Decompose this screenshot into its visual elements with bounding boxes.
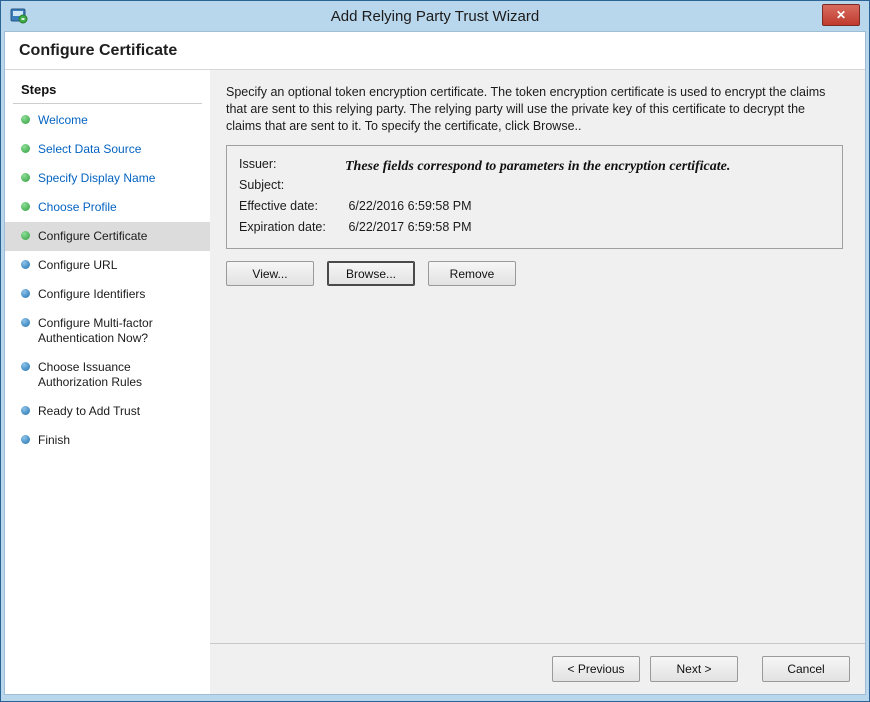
wizard-icon xyxy=(10,7,28,25)
step-label: Ready to Add Trust xyxy=(38,404,140,419)
sidebar-item-welcome[interactable]: Welcome xyxy=(5,106,210,135)
sidebar-item-configure-identifiers: Configure Identifiers xyxy=(5,280,210,309)
step-upcoming-icon xyxy=(21,318,30,327)
step-current-icon xyxy=(21,231,30,240)
step-completed-icon xyxy=(21,115,30,124)
sidebar-item-choose-issuance-rules: Choose Issuance Authorization Rules xyxy=(5,353,210,397)
wizard-window: Add Relying Party Trust Wizard ✕ Configu… xyxy=(0,0,870,702)
step-label: Choose Profile xyxy=(38,200,117,215)
annotation-text: These fields correspond to parameters in… xyxy=(345,159,836,175)
step-completed-icon xyxy=(21,202,30,211)
steps-sidebar: Steps Welcome Select Data Source Specify… xyxy=(5,70,210,694)
sidebar-item-choose-profile[interactable]: Choose Profile xyxy=(5,193,210,222)
effective-date-value: 6/22/2016 6:59:58 PM xyxy=(348,199,471,213)
step-label: Configure Certificate xyxy=(38,229,147,244)
remove-button[interactable]: Remove xyxy=(428,261,516,286)
expiration-date-row: Expiration date: 6/22/2017 6:59:58 PM xyxy=(239,217,830,238)
main-panel: Specify an optional token encryption cer… xyxy=(210,70,865,643)
step-label: Configure URL xyxy=(38,258,117,273)
browse-button[interactable]: Browse... xyxy=(327,261,415,286)
content-area: Specify an optional token encryption cer… xyxy=(210,70,865,694)
sidebar-item-finish: Finish xyxy=(5,426,210,455)
title-bar: Add Relying Party Trust Wizard ✕ xyxy=(4,1,866,31)
close-button[interactable]: ✕ xyxy=(822,4,860,26)
wizard-footer: < Previous Next > Cancel xyxy=(210,643,865,694)
step-upcoming-icon xyxy=(21,289,30,298)
step-label: Configure Identifiers xyxy=(38,287,145,302)
steps-heading: Steps xyxy=(13,82,202,104)
issuer-label: Issuer: xyxy=(239,154,345,175)
step-label: Configure Multi-factor Authentication No… xyxy=(38,316,180,346)
expiration-date-label: Expiration date: xyxy=(239,217,345,238)
sidebar-item-specify-display-name[interactable]: Specify Display Name xyxy=(5,164,210,193)
step-upcoming-icon xyxy=(21,406,30,415)
previous-button[interactable]: < Previous xyxy=(552,656,640,682)
page-title: Configure Certificate xyxy=(19,42,177,60)
step-label: Choose Issuance Authorization Rules xyxy=(38,360,180,390)
subject-row: Subject: xyxy=(239,175,830,196)
window-body: Configure Certificate Steps Welcome Sele… xyxy=(4,31,866,695)
sidebar-item-configure-url: Configure URL xyxy=(5,251,210,280)
close-icon: ✕ xyxy=(836,8,846,22)
step-completed-icon xyxy=(21,144,30,153)
subject-label: Subject: xyxy=(239,175,345,196)
effective-date-row: Effective date: 6/22/2016 6:59:58 PM xyxy=(239,196,830,217)
effective-date-label: Effective date: xyxy=(239,196,345,217)
sidebar-item-ready-to-add-trust: Ready to Add Trust xyxy=(5,397,210,426)
sidebar-item-configure-certificate: Configure Certificate xyxy=(5,222,210,251)
sidebar-item-configure-mfa: Configure Multi-factor Authentication No… xyxy=(5,309,210,353)
step-upcoming-icon xyxy=(21,435,30,444)
step-label: Finish xyxy=(38,433,70,448)
next-button[interactable]: Next > xyxy=(650,656,738,682)
certificate-actions: View... Browse... Remove xyxy=(226,261,843,286)
step-completed-icon xyxy=(21,173,30,182)
cancel-button[interactable]: Cancel xyxy=(762,656,850,682)
step-label: Select Data Source xyxy=(38,142,141,157)
step-label: Specify Display Name xyxy=(38,171,155,186)
step-upcoming-icon xyxy=(21,260,30,269)
view-button[interactable]: View... xyxy=(226,261,314,286)
page-header: Configure Certificate xyxy=(5,32,865,70)
step-upcoming-icon xyxy=(21,362,30,371)
step-label: Welcome xyxy=(38,113,88,128)
certificate-panel: Issuer: Subject: Effective date: 6/22/20… xyxy=(226,145,843,249)
window-title: Add Relying Party Trust Wizard xyxy=(4,8,866,25)
sidebar-item-select-data-source[interactable]: Select Data Source xyxy=(5,135,210,164)
description-text: Specify an optional token encryption cer… xyxy=(226,84,843,134)
expiration-date-value: 6/22/2017 6:59:58 PM xyxy=(348,220,471,234)
